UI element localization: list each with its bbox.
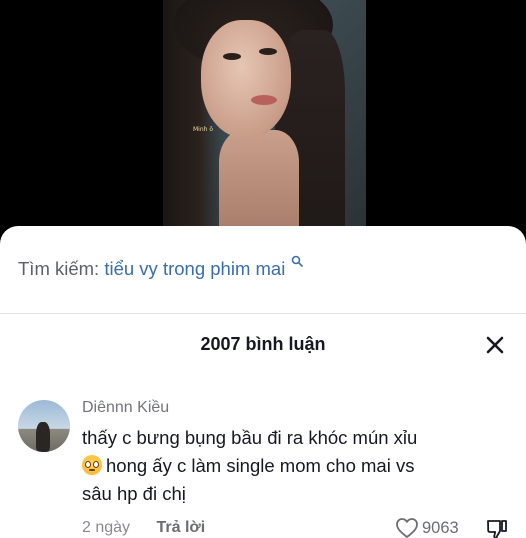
- avatar-figure: [36, 422, 50, 452]
- search-icon: [291, 250, 304, 267]
- thumbs-down-icon: [487, 520, 507, 538]
- comments-count-title: 2007 bình luận: [200, 334, 326, 354]
- comment-line-2-wrap: hong ấy c làm single mom cho mai vs: [82, 452, 512, 480]
- heart-icon: [396, 518, 418, 538]
- video-face: [201, 20, 291, 138]
- pleading-face-emoji-icon: [82, 455, 102, 475]
- comment-line-3: sâu hp đi chị: [82, 483, 186, 504]
- video-eye-right: [259, 48, 277, 55]
- comment-line-2: hong ấy c làm single mom cho mai vs: [106, 455, 415, 476]
- video-thumbnail[interactable]: Minh ô: [163, 0, 366, 236]
- comment-meta: 2 ngày Trả lời: [82, 519, 205, 537]
- reply-button[interactable]: Trả lời: [157, 519, 206, 536]
- like-count: 9063: [422, 518, 459, 537]
- search-label: Tìm kiếm:: [18, 258, 100, 279]
- divider: [0, 313, 526, 314]
- comment-text: thấy c bưng bụng bầu đi ra khóc mún xỉu …: [82, 424, 512, 508]
- close-icon: [486, 336, 504, 354]
- video-lips: [251, 95, 277, 105]
- comment-username[interactable]: Diênnn Kiều: [82, 399, 169, 417]
- search-suggestion[interactable]: Tìm kiếm: tiểu vy trong phim mai: [18, 255, 304, 280]
- video-neck: [219, 130, 299, 236]
- comment-line-1: thấy c bưng bụng bầu đi ra khóc mún xỉu: [82, 427, 418, 448]
- video-watermark: Minh ô: [193, 126, 214, 133]
- video-eye-left: [223, 53, 241, 60]
- like-button[interactable]: 9063: [395, 517, 459, 538]
- video-area[interactable]: Minh ô: [0, 0, 526, 236]
- comment-time: 2 ngày: [82, 519, 131, 536]
- close-button[interactable]: [484, 334, 506, 356]
- avatar[interactable]: [18, 400, 70, 452]
- search-query-link[interactable]: tiểu vy trong phim mai: [104, 258, 285, 279]
- comments-sheet: Tìm kiếm: tiểu vy trong phim mai 2007 bì…: [0, 226, 526, 538]
- dislike-button[interactable]: [486, 518, 508, 538]
